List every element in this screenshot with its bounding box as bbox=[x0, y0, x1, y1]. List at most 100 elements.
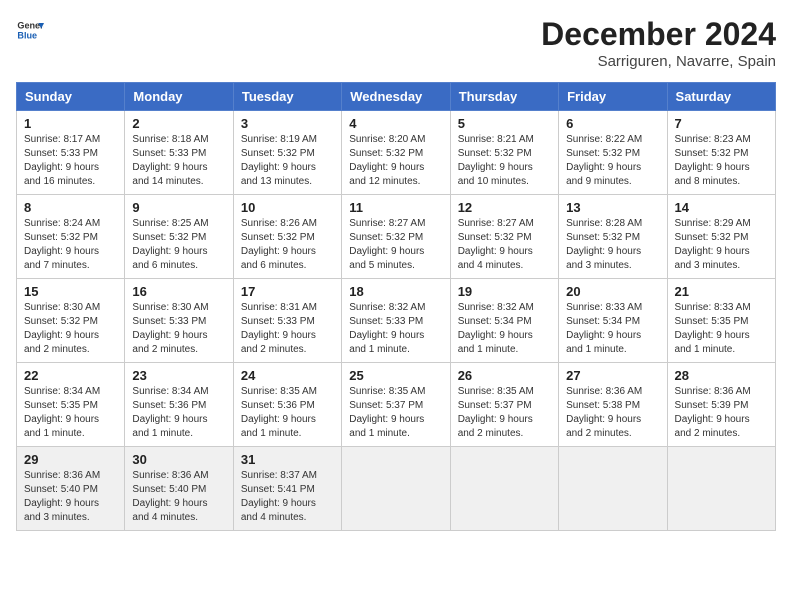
calendar-cell: 29 Sunrise: 8:36 AM Sunset: 5:40 PM Dayl… bbox=[17, 447, 125, 531]
calendar-cell: 7 Sunrise: 8:23 AM Sunset: 5:32 PM Dayli… bbox=[667, 111, 775, 195]
day-number: 23 bbox=[132, 368, 225, 383]
calendar-cell: 23 Sunrise: 8:34 AM Sunset: 5:36 PM Dayl… bbox=[125, 363, 233, 447]
day-info: Sunrise: 8:36 AM Sunset: 5:40 PM Dayligh… bbox=[132, 469, 225, 525]
page-header: General Blue December 2024 Sarriguren, N… bbox=[16, 16, 776, 70]
day-number: 9 bbox=[132, 200, 225, 215]
day-number: 3 bbox=[241, 116, 334, 131]
calendar-cell: 21 Sunrise: 8:33 AM Sunset: 5:35 PM Dayl… bbox=[667, 279, 775, 363]
calendar-cell: 11 Sunrise: 8:27 AM Sunset: 5:32 PM Dayl… bbox=[342, 195, 450, 279]
calendar-cell: 20 Sunrise: 8:33 AM Sunset: 5:34 PM Dayl… bbox=[559, 279, 667, 363]
day-number: 13 bbox=[566, 200, 659, 215]
day-number: 14 bbox=[675, 200, 768, 215]
calendar-cell: 9 Sunrise: 8:25 AM Sunset: 5:32 PM Dayli… bbox=[125, 195, 233, 279]
day-number: 29 bbox=[24, 452, 117, 467]
calendar-cell: 12 Sunrise: 8:27 AM Sunset: 5:32 PM Dayl… bbox=[450, 195, 558, 279]
col-sunday: Sunday bbox=[17, 83, 125, 111]
calendar-cell: 31 Sunrise: 8:37 AM Sunset: 5:41 PM Dayl… bbox=[233, 447, 341, 531]
day-info: Sunrise: 8:24 AM Sunset: 5:32 PM Dayligh… bbox=[24, 217, 117, 273]
week-row-3: 15 Sunrise: 8:30 AM Sunset: 5:32 PM Dayl… bbox=[17, 279, 776, 363]
calendar-cell: 13 Sunrise: 8:28 AM Sunset: 5:32 PM Dayl… bbox=[559, 195, 667, 279]
day-info: Sunrise: 8:32 AM Sunset: 5:34 PM Dayligh… bbox=[458, 301, 551, 357]
day-info: Sunrise: 8:31 AM Sunset: 5:33 PM Dayligh… bbox=[241, 301, 334, 357]
day-number: 8 bbox=[24, 200, 117, 215]
calendar-cell: 28 Sunrise: 8:36 AM Sunset: 5:39 PM Dayl… bbox=[667, 363, 775, 447]
day-info: Sunrise: 8:27 AM Sunset: 5:32 PM Dayligh… bbox=[458, 217, 551, 273]
calendar-cell: 3 Sunrise: 8:19 AM Sunset: 5:32 PM Dayli… bbox=[233, 111, 341, 195]
calendar-cell: 1 Sunrise: 8:17 AM Sunset: 5:33 PM Dayli… bbox=[17, 111, 125, 195]
day-info: Sunrise: 8:33 AM Sunset: 5:34 PM Dayligh… bbox=[566, 301, 659, 357]
day-number: 7 bbox=[675, 116, 768, 131]
day-info: Sunrise: 8:22 AM Sunset: 5:32 PM Dayligh… bbox=[566, 133, 659, 189]
day-info: Sunrise: 8:34 AM Sunset: 5:35 PM Dayligh… bbox=[24, 385, 117, 441]
col-saturday: Saturday bbox=[667, 83, 775, 111]
calendar-cell bbox=[559, 447, 667, 531]
calendar-cell bbox=[342, 447, 450, 531]
day-number: 6 bbox=[566, 116, 659, 131]
day-info: Sunrise: 8:32 AM Sunset: 5:33 PM Dayligh… bbox=[349, 301, 442, 357]
day-info: Sunrise: 8:17 AM Sunset: 5:33 PM Dayligh… bbox=[24, 133, 117, 189]
calendar-body: 1 Sunrise: 8:17 AM Sunset: 5:33 PM Dayli… bbox=[17, 111, 776, 531]
calendar-cell: 10 Sunrise: 8:26 AM Sunset: 5:32 PM Dayl… bbox=[233, 195, 341, 279]
day-info: Sunrise: 8:23 AM Sunset: 5:32 PM Dayligh… bbox=[675, 133, 768, 189]
day-number: 21 bbox=[675, 284, 768, 299]
day-number: 30 bbox=[132, 452, 225, 467]
logo-icon: General Blue bbox=[16, 16, 44, 44]
day-number: 17 bbox=[241, 284, 334, 299]
calendar-cell: 18 Sunrise: 8:32 AM Sunset: 5:33 PM Dayl… bbox=[342, 279, 450, 363]
calendar-cell: 4 Sunrise: 8:20 AM Sunset: 5:32 PM Dayli… bbox=[342, 111, 450, 195]
day-number: 27 bbox=[566, 368, 659, 383]
calendar-cell: 24 Sunrise: 8:35 AM Sunset: 5:36 PM Dayl… bbox=[233, 363, 341, 447]
day-info: Sunrise: 8:30 AM Sunset: 5:32 PM Dayligh… bbox=[24, 301, 117, 357]
col-monday: Monday bbox=[125, 83, 233, 111]
calendar-cell: 5 Sunrise: 8:21 AM Sunset: 5:32 PM Dayli… bbox=[450, 111, 558, 195]
col-friday: Friday bbox=[559, 83, 667, 111]
day-info: Sunrise: 8:37 AM Sunset: 5:41 PM Dayligh… bbox=[241, 469, 334, 525]
calendar-table: Sunday Monday Tuesday Wednesday Thursday… bbox=[16, 82, 776, 531]
calendar-cell: 14 Sunrise: 8:29 AM Sunset: 5:32 PM Dayl… bbox=[667, 195, 775, 279]
day-number: 5 bbox=[458, 116, 551, 131]
day-number: 1 bbox=[24, 116, 117, 131]
day-info: Sunrise: 8:35 AM Sunset: 5:37 PM Dayligh… bbox=[349, 385, 442, 441]
col-tuesday: Tuesday bbox=[233, 83, 341, 111]
day-info: Sunrise: 8:27 AM Sunset: 5:32 PM Dayligh… bbox=[349, 217, 442, 273]
calendar-cell: 26 Sunrise: 8:35 AM Sunset: 5:37 PM Dayl… bbox=[450, 363, 558, 447]
day-info: Sunrise: 8:36 AM Sunset: 5:40 PM Dayligh… bbox=[24, 469, 117, 525]
week-row-5: 29 Sunrise: 8:36 AM Sunset: 5:40 PM Dayl… bbox=[17, 447, 776, 531]
day-number: 15 bbox=[24, 284, 117, 299]
day-info: Sunrise: 8:28 AM Sunset: 5:32 PM Dayligh… bbox=[566, 217, 659, 273]
day-info: Sunrise: 8:36 AM Sunset: 5:38 PM Dayligh… bbox=[566, 385, 659, 441]
day-number: 24 bbox=[241, 368, 334, 383]
day-info: Sunrise: 8:19 AM Sunset: 5:32 PM Dayligh… bbox=[241, 133, 334, 189]
calendar-cell bbox=[450, 447, 558, 531]
calendar-cell: 15 Sunrise: 8:30 AM Sunset: 5:32 PM Dayl… bbox=[17, 279, 125, 363]
day-info: Sunrise: 8:21 AM Sunset: 5:32 PM Dayligh… bbox=[458, 133, 551, 189]
calendar-cell: 25 Sunrise: 8:35 AM Sunset: 5:37 PM Dayl… bbox=[342, 363, 450, 447]
calendar-cell: 19 Sunrise: 8:32 AM Sunset: 5:34 PM Dayl… bbox=[450, 279, 558, 363]
col-wednesday: Wednesday bbox=[342, 83, 450, 111]
day-number: 28 bbox=[675, 368, 768, 383]
day-number: 16 bbox=[132, 284, 225, 299]
day-info: Sunrise: 8:36 AM Sunset: 5:39 PM Dayligh… bbox=[675, 385, 768, 441]
day-info: Sunrise: 8:25 AM Sunset: 5:32 PM Dayligh… bbox=[132, 217, 225, 273]
day-info: Sunrise: 8:30 AM Sunset: 5:33 PM Dayligh… bbox=[132, 301, 225, 357]
calendar-cell: 27 Sunrise: 8:36 AM Sunset: 5:38 PM Dayl… bbox=[559, 363, 667, 447]
day-number: 2 bbox=[132, 116, 225, 131]
day-info: Sunrise: 8:20 AM Sunset: 5:32 PM Dayligh… bbox=[349, 133, 442, 189]
day-info: Sunrise: 8:34 AM Sunset: 5:36 PM Dayligh… bbox=[132, 385, 225, 441]
day-number: 11 bbox=[349, 200, 442, 215]
calendar-cell: 17 Sunrise: 8:31 AM Sunset: 5:33 PM Dayl… bbox=[233, 279, 341, 363]
day-info: Sunrise: 8:35 AM Sunset: 5:37 PM Dayligh… bbox=[458, 385, 551, 441]
week-row-2: 8 Sunrise: 8:24 AM Sunset: 5:32 PM Dayli… bbox=[17, 195, 776, 279]
svg-text:Blue: Blue bbox=[17, 30, 37, 40]
month-year: December 2024 bbox=[541, 16, 776, 53]
calendar-cell bbox=[667, 447, 775, 531]
logo: General Blue bbox=[16, 16, 44, 44]
calendar-header-row: Sunday Monday Tuesday Wednesday Thursday… bbox=[17, 83, 776, 111]
day-info: Sunrise: 8:33 AM Sunset: 5:35 PM Dayligh… bbox=[675, 301, 768, 357]
calendar-cell: 8 Sunrise: 8:24 AM Sunset: 5:32 PM Dayli… bbox=[17, 195, 125, 279]
title-block: December 2024 Sarriguren, Navarre, Spain bbox=[541, 16, 776, 70]
day-number: 4 bbox=[349, 116, 442, 131]
calendar-cell: 2 Sunrise: 8:18 AM Sunset: 5:33 PM Dayli… bbox=[125, 111, 233, 195]
col-thursday: Thursday bbox=[450, 83, 558, 111]
day-info: Sunrise: 8:29 AM Sunset: 5:32 PM Dayligh… bbox=[675, 217, 768, 273]
